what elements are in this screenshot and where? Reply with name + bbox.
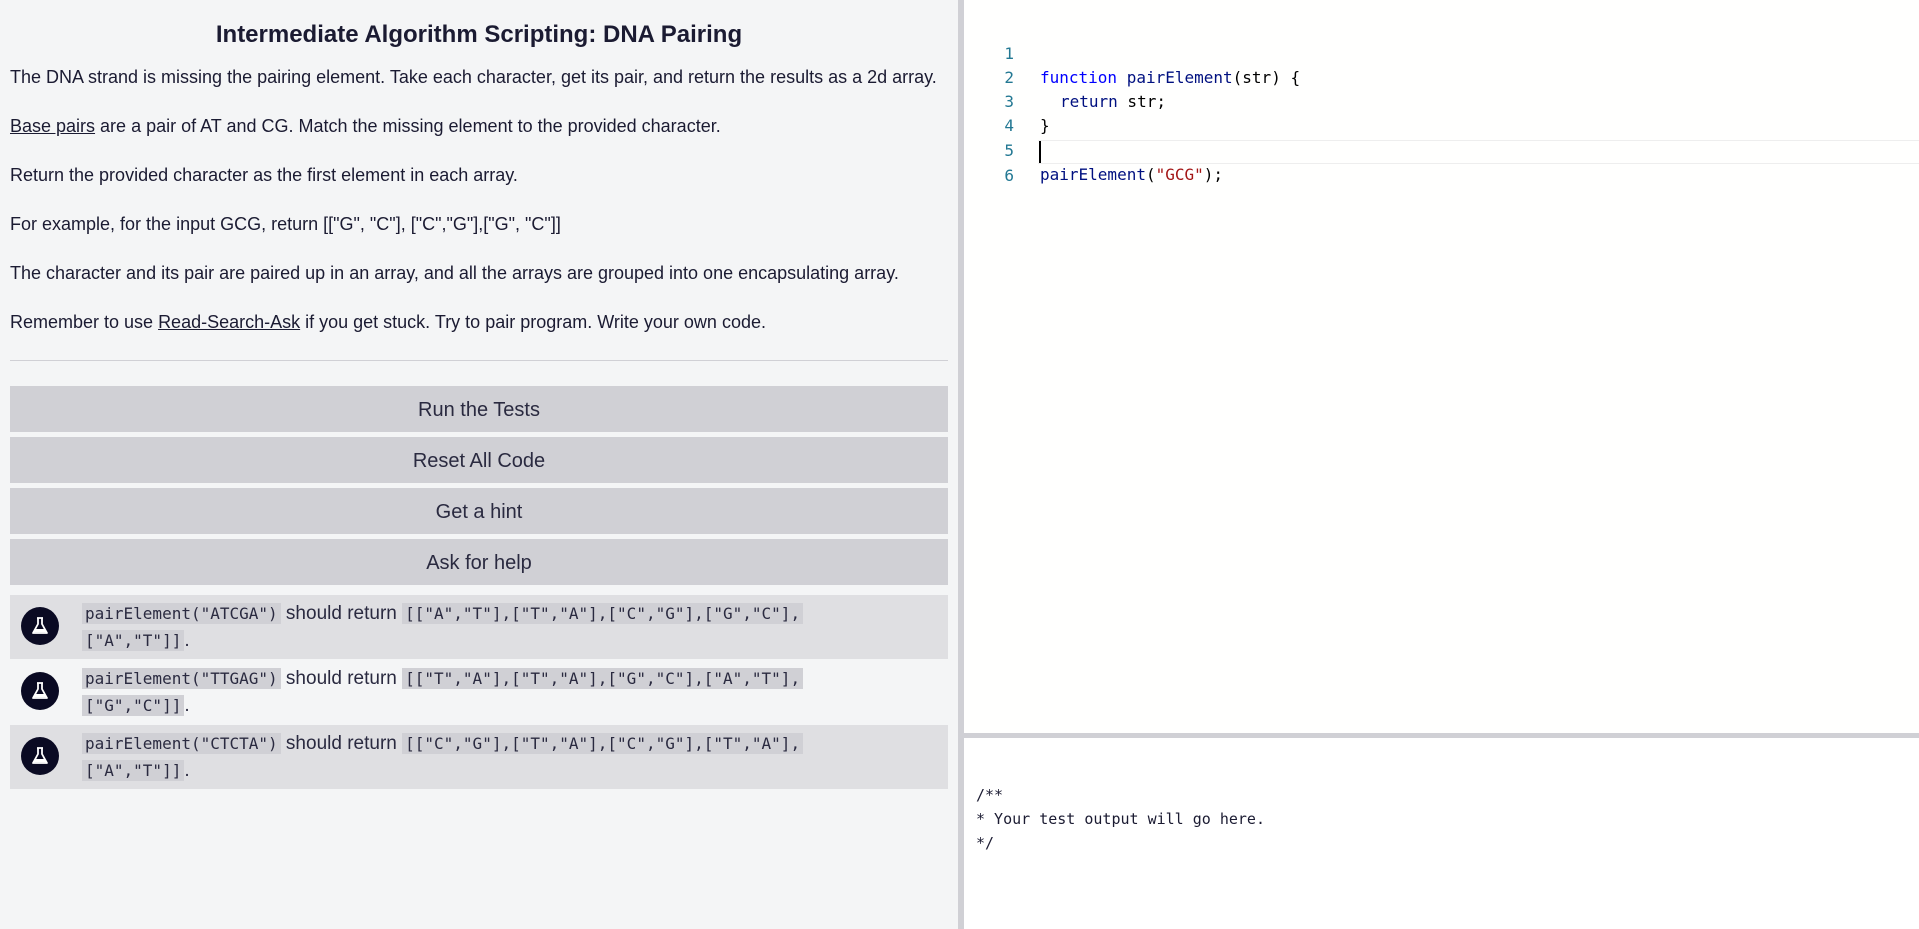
divider [10,360,948,361]
test-call-code: pairElement("ATCGA") [82,603,281,624]
instructions-panel: Intermediate Algorithm Scripting: DNA Pa… [0,0,958,929]
test-expected-code-cont: ["A","T"]] [82,630,185,651]
test-expected-code: [["A","T"],["T","A"],["C","G"],["G","C"]… [402,603,804,624]
output-text: /** * Your test output will go here. */ [976,786,1265,852]
text-cursor [1039,141,1041,163]
code-line[interactable]: 2 return str; [964,42,1919,111]
description-paragraph-6-pre: Remember to use [10,312,159,332]
base-pairs-link[interactable]: Base pairs [10,116,95,136]
get-hint-button[interactable]: Get a hint [10,488,948,534]
test-row: pairElement("ATCGA") should return [["A"… [10,595,948,659]
test-call-code: pairElement("CTCTA") [82,733,281,754]
test-mid-text: should return [280,668,403,689]
ask-for-help-button[interactable]: Ask for help [10,539,948,585]
test-expected-code-cont: ["G","C"]] [82,695,185,716]
action-buttons: Run the Tests Reset All Code Get a hint … [10,386,948,585]
code-line[interactable]: 3 } [964,66,1919,135]
description-paragraph-2-text: are a pair of AT and CG. Match the missi… [95,116,721,136]
test-end-text: . [184,695,190,716]
test-flask-icon [21,607,59,645]
test-output-panel: /** * Your test output will go here. */ [964,738,1919,929]
description-paragraph-5: The character and its pair are paired up… [10,263,899,283]
code-line[interactable]: 6 [964,140,1919,185]
description-paragraph-4: For example, for the input GCG, return [… [10,214,561,234]
test-description: pairElement("ATCGA") should return [["A"… [82,600,862,654]
description-paragraph-6-post: if you get stuck. Try to pair program. W… [300,312,766,332]
test-expected-code: [["T","A"],["T","A"],["G","C"],["A","T"]… [402,668,804,689]
test-row: pairElement("TTGAG") should return [["T"… [10,660,948,724]
test-expected-code-cont: ["A","T"]] [82,760,185,781]
test-description: pairElement("CTCTA") should return [["C"… [82,730,862,784]
code-string: "GCG" [1155,165,1204,184]
reset-code-button[interactable]: Reset All Code [10,437,948,483]
test-description: pairElement("TTGAG") should return [["T"… [82,665,862,719]
description-paragraph-3: Return the provided character as the fir… [10,165,518,185]
test-mid-text: should return [280,733,403,754]
flask-icon [32,617,48,634]
code-text: ); [1203,165,1224,184]
page-title: Intermediate Algorithm Scripting: DNA Pa… [215,21,743,48]
description-paragraph-2: Base pairs are a pair of AT and CG. Matc… [10,114,948,138]
code-editor[interactable]: 1 function pairElement(str) { 2 return s… [964,0,1919,733]
run-tests-button[interactable]: Run the Tests [10,386,948,432]
code-line[interactable]: 1 function pairElement(str) { [964,18,1919,87]
code-function-name: pairElement [1040,165,1146,184]
flask-icon [32,747,48,764]
test-flask-icon [21,672,59,710]
app-root: Intermediate Algorithm Scripting: DNA Pa… [0,0,1919,929]
test-expected-code: [["C","G"],["T","A"],["C","G"],["T","A"]… [402,733,804,754]
read-search-ask-link[interactable]: Read-Search-Ask [158,312,300,332]
test-end-text: . [184,760,190,781]
flask-icon [32,682,48,699]
description-paragraph-1: The DNA strand is missing the pairing el… [10,67,937,87]
description-paragraph-6: Remember to use Read-Search-Ask if you g… [10,310,948,334]
line-code: pairElement("GCG"); [1040,163,1223,187]
test-row: pairElement("CTCTA") should return [["C"… [10,725,948,789]
challenge-description: The DNA strand is missing the pairing el… [10,65,948,334]
test-mid-text: should return [280,603,403,624]
test-call-code: pairElement("TTGAG") [82,668,281,689]
code-line[interactable]: 5 pairElement("GCG"); [964,115,1919,184]
test-end-text: . [184,630,190,651]
code-text: ( [1145,165,1156,184]
test-list: pairElement("ATCGA") should return [["A"… [10,595,948,789]
test-flask-icon [21,737,59,775]
code-line[interactable]: 4 [964,90,1919,135]
line-number: 6 [1004,166,1014,185]
